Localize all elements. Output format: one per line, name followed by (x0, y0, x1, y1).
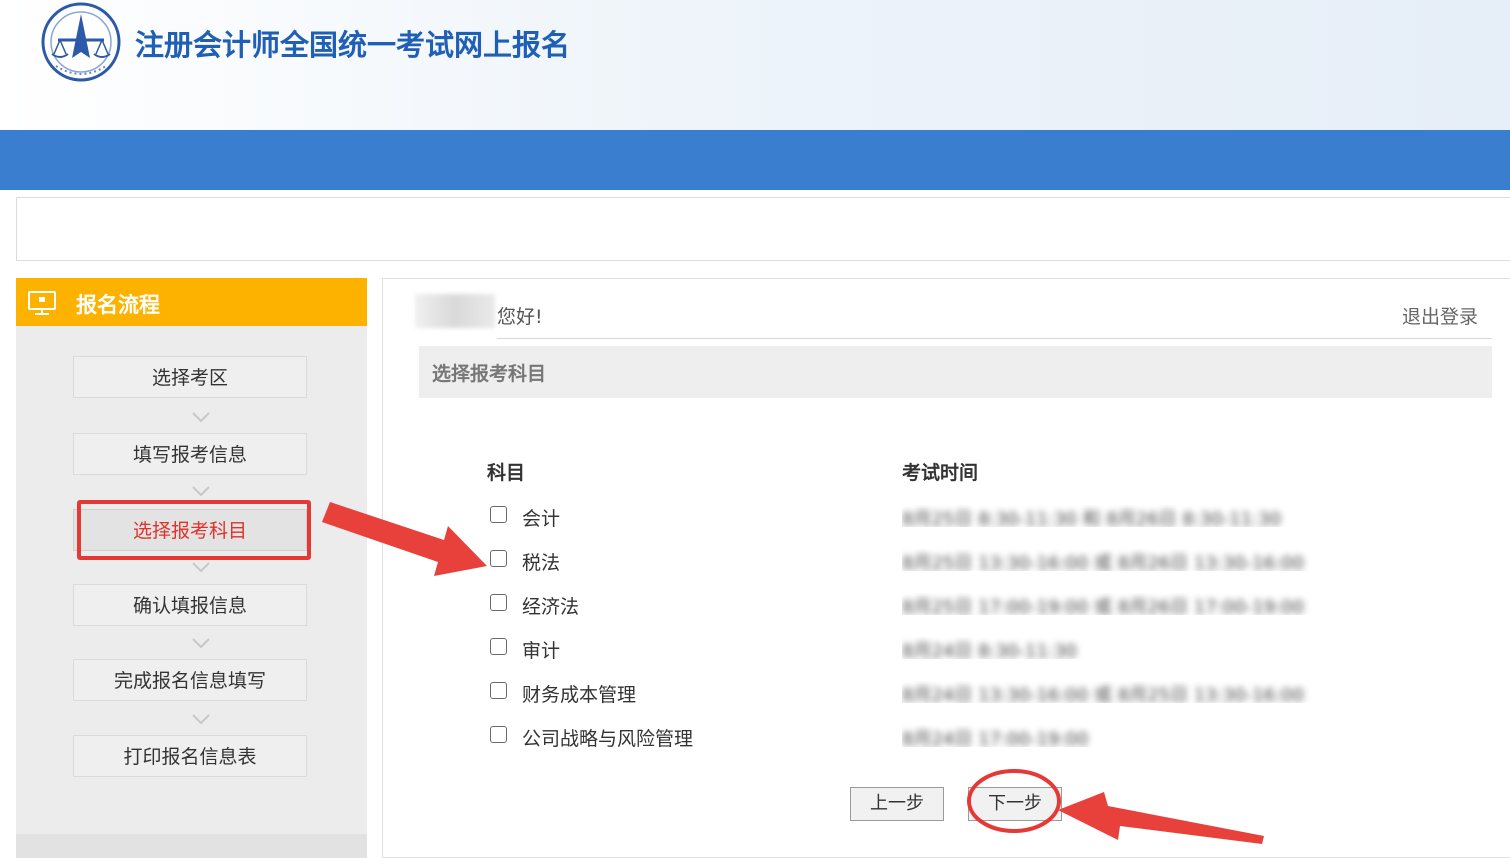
site-title: 注册会计师全国统一考试网上报名 (135, 28, 571, 62)
annotation-highlight-box (77, 500, 311, 560)
username-redacted (415, 294, 495, 328)
logout-link[interactable]: 退出登录 (1402, 302, 1478, 329)
step-print-registration-form[interactable]: 打印报名信息表 (73, 735, 307, 777)
step-select-exam-area[interactable]: 选择考区 (73, 356, 307, 398)
subject-label: 公司战略与风险管理 (522, 728, 694, 750)
subject-label: 审计 (522, 640, 561, 662)
site-header: 注册会计师全国统一考试网上报名 (0, 0, 1510, 130)
registration-flow-sidebar: 报名流程 选择考区 填写报考信息 选择报考科目 确认填报信息 完成报名信息填写 … (16, 278, 367, 858)
step-label: 打印报名信息表 (123, 746, 257, 768)
subject-checkbox[interactable] (490, 726, 507, 743)
subject-checkbox[interactable] (490, 550, 507, 567)
subject-checkbox[interactable] (490, 594, 507, 611)
section-header: 选择报考科目 (419, 346, 1492, 398)
cicpa-logo-icon (41, 2, 121, 82)
section-title: 选择报考科目 (432, 363, 547, 385)
subject-label: 税法 (522, 552, 561, 574)
greeting-text: 您好! (497, 306, 543, 328)
exam-time-text: 8月24日 17:00-19:00 (902, 729, 1089, 747)
sidebar-footer (16, 834, 367, 858)
step-label: 完成报名信息填写 (113, 670, 266, 692)
step-label: 选择考区 (151, 367, 228, 389)
subject-checkbox[interactable] (490, 682, 507, 699)
exam-time-text: 8月25日 13:30-16:00 或 8月26日 13:30-16:00 (902, 553, 1305, 571)
column-header-exam-time: 考试时间 (902, 462, 979, 484)
notice-area (16, 197, 1510, 261)
exam-time-redacted: 8月24日 17:00-19:00 (902, 725, 1117, 747)
step-label: 填写报考信息 (132, 444, 247, 466)
exam-time-text: 8月24日 8:30-11:30 (902, 641, 1077, 659)
sidebar-title: 报名流程 (76, 293, 160, 317)
chevron-down-icon (192, 562, 210, 573)
subject-checkbox[interactable] (490, 506, 507, 523)
chevron-down-icon (192, 638, 210, 649)
chevron-down-icon (192, 412, 210, 423)
next-step-button[interactable]: 下一步 (968, 787, 1062, 821)
monitor-icon (28, 291, 56, 315)
chevron-down-icon (192, 486, 210, 497)
nav-bar (0, 130, 1510, 190)
subject-checkbox[interactable] (490, 638, 507, 655)
exam-time-text: 8月24日 13:30-16:00 或 8月25日 13:30-16:00 (902, 685, 1305, 703)
subject-label: 经济法 (522, 596, 580, 618)
step-label: 确认填报信息 (132, 595, 247, 617)
prev-step-button[interactable]: 上一步 (850, 787, 944, 821)
exam-time-redacted: 8月25日 13:30-16:00 或 8月26日 13:30-16:00 (902, 549, 1352, 571)
exam-time-text: 8月25日 17:00-19:00 或 8月26日 17:00-19:00 (902, 597, 1305, 615)
exam-time-redacted: 8月25日 17:00-19:00 或 8月26日 17:00-19:00 (902, 593, 1352, 615)
exam-time-text: 8月25日 8:30-11:30 和 8月26日 8:30-11:30 (902, 509, 1282, 527)
exam-time-redacted: 8月24日 13:30-16:00 或 8月25日 13:30-16:00 (902, 681, 1357, 703)
step-fill-application-info[interactable]: 填写报考信息 (73, 433, 307, 475)
chevron-down-icon (192, 714, 210, 725)
step-confirm-info[interactable]: 确认填报信息 (73, 584, 307, 626)
column-header-subject: 科目 (487, 462, 526, 484)
exam-time-redacted: 8月24日 8:30-11:30 (902, 637, 1117, 659)
subject-label: 会计 (522, 508, 561, 530)
divider (497, 338, 1492, 339)
exam-time-redacted: 8月25日 8:30-11:30 和 8月26日 8:30-11:30 (902, 505, 1352, 527)
step-complete-registration[interactable]: 完成报名信息填写 (73, 659, 307, 701)
sidebar-header: 报名流程 (16, 278, 367, 326)
subject-label: 财务成本管理 (522, 684, 637, 706)
